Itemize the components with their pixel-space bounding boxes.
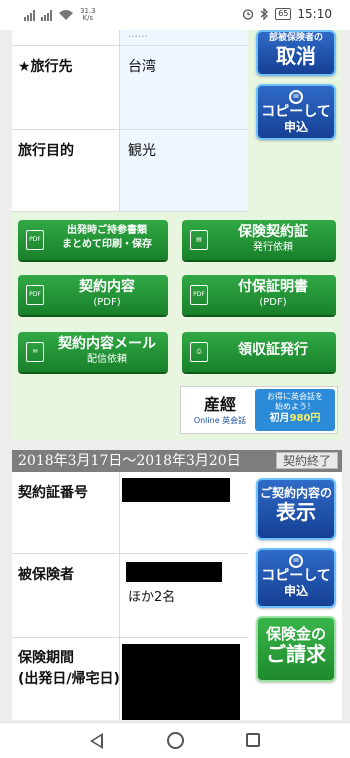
certificate-request-button[interactable]: ▤ 保険契約証発行依頼 — [182, 220, 336, 260]
table-row: …… — [12, 30, 248, 46]
network-speed: 31.3 K/s — [80, 7, 96, 22]
bluetooth-icon — [260, 8, 269, 20]
contract-email-button[interactable]: ✉ 契約内容メール配信依頼 — [18, 332, 168, 372]
alarm-icon — [243, 9, 254, 20]
view-label: 表示 — [276, 500, 316, 524]
contract-period: 2018年3月17日〜2018年3月20日 — [18, 453, 241, 469]
button-label: 契約内容メール — [58, 336, 156, 352]
trip-details-table: …… ★旅行先 台湾 旅行目的 観光 — [12, 30, 248, 212]
button-label: 契約内容 — [79, 279, 135, 295]
sankei-english-ad[interactable]: 産經 Online 英会話 お得に英会話を 始めよう！ 初月980円 — [180, 386, 338, 434]
button-sublabel: 発行依頼 — [253, 242, 293, 253]
battery-icon: 65 — [275, 8, 292, 20]
contract-period-header: 2018年3月17日〜2018年3月20日 契約終了 — [12, 450, 342, 472]
pdf-icon: PDF — [190, 285, 208, 305]
mail-icon: ✉ — [26, 342, 44, 362]
redacted-block — [126, 562, 222, 582]
view-top-text: ご契約内容の — [259, 486, 332, 500]
back-icon[interactable] — [90, 733, 103, 749]
copy-line2: 申込 — [283, 120, 308, 134]
cancel-top-text: 部被保険者の — [268, 33, 323, 43]
claim-button[interactable]: 保険金の ご請求 — [256, 616, 336, 682]
button-sublabel: (PDF) — [93, 297, 121, 308]
button-label: 出発時ご持参書類 — [67, 225, 147, 236]
recent-apps-icon[interactable] — [246, 733, 260, 747]
ad-offer: お得に英会話を 始めよう！ 初月980円 — [255, 389, 335, 431]
copy-apply-button[interactable]: = コピーして 申込 — [256, 84, 336, 140]
button-sublabel: 配信依頼 — [87, 354, 127, 365]
row-label: ★旅行先 — [12, 46, 120, 129]
pdf-icon: PDF — [26, 285, 44, 305]
table-row: 保険期間 (出発日/帰宅日) — [12, 638, 248, 720]
button-label: 保険契約証 — [238, 224, 308, 240]
ad-brand: 産經 — [203, 395, 236, 414]
claim-label: ご請求 — [266, 642, 326, 666]
table-row: 契約証番号 — [12, 472, 248, 554]
signal-icon — [24, 9, 35, 21]
ad-line2: 始めよう！ — [275, 402, 315, 411]
clock: 15:10 — [297, 7, 332, 21]
redacted-block — [122, 644, 240, 720]
row-value — [120, 472, 248, 553]
row-label: 被保険者 — [12, 554, 120, 637]
row-label: 契約証番号 — [12, 472, 120, 553]
printer-icon: ⎙ — [190, 342, 208, 362]
row-label: 保険期間 (出発日/帰宅日) — [12, 638, 120, 720]
row-value: 観光 — [120, 130, 248, 211]
android-nav-bar — [0, 722, 350, 758]
button-sublabel: まとめて印刷・保存 — [62, 239, 152, 250]
row-value: ほか2名 — [120, 554, 248, 637]
claim-top-text: 保険金の — [265, 625, 326, 643]
row-value: …… — [120, 30, 248, 45]
table-row: 被保険者 ほか2名 — [12, 554, 248, 638]
cancel-label: 取消 — [276, 44, 316, 68]
button-label: 領収証発行 — [238, 342, 308, 358]
wifi-icon — [59, 10, 73, 20]
contract-details-table: 契約証番号 被保険者 ほか2名 保険期間 (出発日/帰宅日) — [12, 472, 248, 720]
table-row: 旅行目的 観光 — [12, 130, 248, 212]
receipt-button[interactable]: ⎙ 領収証発行 — [182, 332, 336, 372]
pdf-icon: PDF — [26, 230, 44, 250]
row-value: 台湾 — [120, 46, 248, 129]
document-icon: ▤ — [190, 230, 208, 250]
ad-price-value: 980円 — [289, 413, 321, 424]
insurance-certificate-pdf-button[interactable]: PDF 付保証明書 (PDF) — [182, 275, 336, 315]
ad-logo: 産經 Online 英会話 — [185, 391, 255, 431]
copy-line1: コピーして — [261, 568, 331, 584]
cancel-button[interactable]: 部被保険者の 取消 — [256, 30, 336, 76]
view-contract-button[interactable]: ご契約内容の 表示 — [256, 478, 336, 540]
contract-pdf-button[interactable]: PDF 契約内容 (PDF) — [18, 275, 168, 315]
ad-price-prefix: 初月 — [269, 413, 290, 424]
ad-brand-sub: Online 英会話 — [193, 416, 247, 425]
status-badge: 契約終了 — [275, 452, 338, 469]
signal-icon — [41, 9, 52, 21]
redacted-block — [122, 478, 230, 502]
ad-line1: お得に英会話を — [267, 392, 323, 401]
row-value — [120, 638, 248, 720]
contract-panel-ended: 2018年3月17日〜2018年3月20日 契約終了 契約証番号 被保険者 ほか… — [12, 450, 342, 720]
row-label: 旅行目的 — [12, 130, 120, 211]
status-right: 65 15:10 — [242, 7, 332, 21]
button-label: 付保証明書 — [238, 279, 308, 295]
home-icon[interactable] — [167, 732, 184, 749]
table-row: ★旅行先 台湾 — [12, 46, 248, 130]
print-documents-button[interactable]: PDF 出発時ご持参書類 まとめて印刷・保存 — [18, 220, 168, 260]
button-sublabel: (PDF) — [259, 297, 287, 308]
insured-others: ほか2名 — [128, 590, 176, 605]
ad-price: 初月980円 — [255, 412, 335, 426]
page-content: …… ★旅行先 台湾 旅行目的 観光 部被保険者の 取消 = コピーして 申込 … — [12, 30, 342, 720]
copy-apply-button-2[interactable]: = コピーして 申込 — [256, 548, 336, 608]
copy-line1: コピーして — [261, 104, 331, 120]
copy-icon: = — [289, 554, 303, 568]
copy-icon: = — [289, 90, 303, 104]
status-left: 31.3 K/s — [24, 8, 96, 22]
copy-line2: 申込 — [283, 584, 308, 598]
row-label — [12, 30, 120, 45]
status-bar: 31.3 K/s 65 15:10 — [0, 0, 350, 30]
contract-panel-current: …… ★旅行先 台湾 旅行目的 観光 部被保険者の 取消 = コピーして 申込 … — [12, 30, 342, 440]
